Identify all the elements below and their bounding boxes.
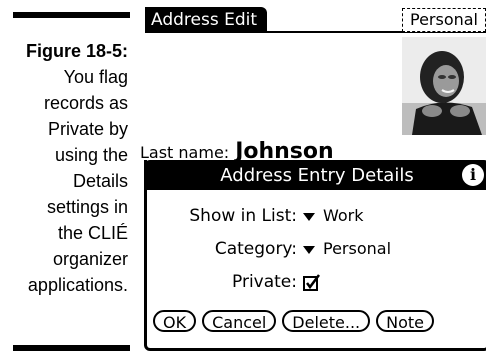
caption-line: organizer xyxy=(52,249,128,269)
figure-number: Figure 18-5: xyxy=(25,41,128,61)
delete-button[interactable]: Delete... xyxy=(282,310,371,332)
cancel-button[interactable]: Cancel xyxy=(202,310,277,332)
contact-photo-image xyxy=(402,37,486,135)
ok-button[interactable]: OK xyxy=(153,310,197,332)
caption-line: Details xyxy=(72,171,128,191)
caption-line: using the xyxy=(54,145,128,165)
category-picker[interactable]: Personal xyxy=(303,237,391,261)
contact-photo[interactable] xyxy=(402,37,486,135)
category-label: Category: xyxy=(214,239,297,259)
caption-top-rule xyxy=(13,12,130,18)
show-in-list-value: Work xyxy=(323,206,364,225)
caption-line: applications. xyxy=(27,275,128,295)
checkmark-icon xyxy=(303,274,320,291)
form-title: Address Edit xyxy=(145,7,268,33)
caption-line: You flag xyxy=(63,67,128,87)
caption-line: the CLIÉ xyxy=(57,223,128,243)
private-checkbox-wrap xyxy=(303,270,320,294)
dialog-buttons: OK Cancel Delete... Note xyxy=(153,310,434,332)
caption-bottom-rule xyxy=(13,345,130,351)
show-in-list-picker[interactable]: Work xyxy=(303,204,364,228)
caption-line: records as xyxy=(43,93,128,113)
dropdown-triangle-icon xyxy=(303,212,315,221)
show-in-list-label: Show in List: xyxy=(189,206,297,226)
dropdown-triangle-icon xyxy=(303,245,315,254)
figure-caption: Figure 18-5: You flag records as Private… xyxy=(0,38,128,298)
palm-screen: Address Edit Personal Last name: Johnson … xyxy=(140,0,486,351)
dialog-title-bar: Address Entry Details i xyxy=(144,160,486,190)
private-label: Private: xyxy=(232,272,297,292)
category-selector[interactable]: Personal xyxy=(402,8,486,32)
private-checkbox[interactable] xyxy=(303,274,320,291)
note-button[interactable]: Note xyxy=(376,310,434,332)
category-value: Personal xyxy=(323,239,392,258)
show-in-list-row: Show in List: Work xyxy=(147,204,486,228)
info-icon[interactable]: i xyxy=(462,164,484,186)
category-row: Category: Personal xyxy=(147,237,486,261)
address-entry-details-dialog: Address Entry Details i Show in List: Wo… xyxy=(144,160,486,351)
private-row: Private: xyxy=(147,270,486,294)
caption-line: Private by xyxy=(47,119,128,139)
caption-line: settings in xyxy=(46,197,128,217)
dialog-title: Address Entry Details xyxy=(220,165,414,186)
